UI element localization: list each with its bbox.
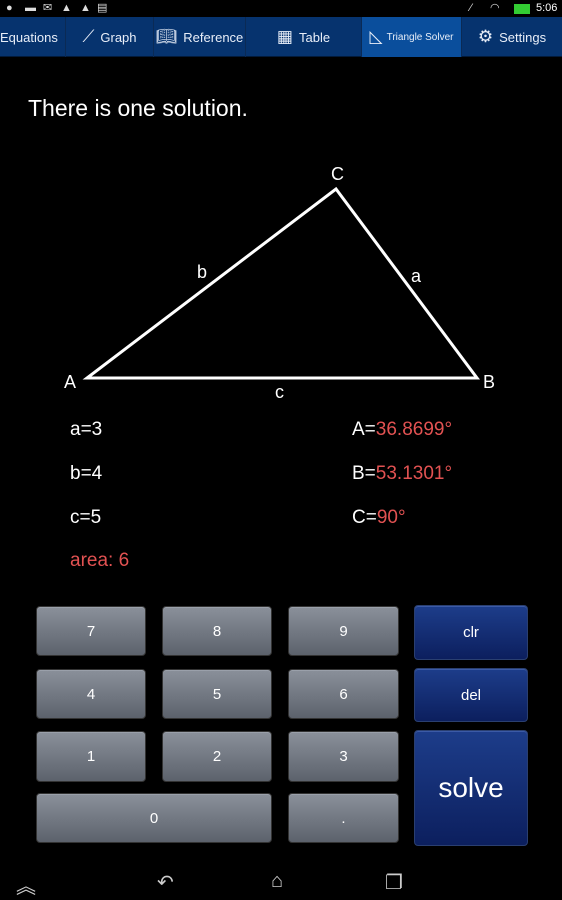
key-4[interactable]: 4 [36,669,146,719]
vertex-c-label: C [331,164,344,184]
side-c-result: c=5 [70,507,102,528]
angle-a-result: A=36.8699° [352,419,453,440]
key-9[interactable]: 9 [288,606,399,656]
clear-button[interactable]: clr [414,605,528,660]
home-icon[interactable]: ⌂ [271,870,283,893]
side-b-label: b [197,262,208,282]
delete-button[interactable]: del [414,668,528,722]
key-5[interactable]: 5 [162,669,272,719]
vertex-a-label: A [64,372,77,392]
key-1[interactable]: 1 [36,731,146,782]
angle-b-result: B=53.1301° [352,463,453,484]
key-0[interactable]: 0 [36,793,272,843]
side-a-result: a=3 [70,419,103,440]
area-result: area: 6 [70,550,130,571]
key-6[interactable]: 6 [288,669,399,719]
side-a-label: a [411,266,422,286]
key-decimal[interactable]: . [288,793,399,843]
back-icon[interactable]: ↶ [157,870,174,895]
vertex-b-label: B [483,372,496,392]
menu-up-icon[interactable]: ︽ [16,870,36,899]
key-7[interactable]: 7 [36,606,146,656]
angle-c-result: C=90° [352,507,406,528]
solve-button[interactable]: solve [414,730,528,846]
key-8[interactable]: 8 [162,606,272,656]
side-c-label: c [275,382,284,402]
key-3[interactable]: 3 [288,731,399,782]
side-b-result: b=4 [70,463,103,484]
key-2[interactable]: 2 [162,731,272,782]
triangle-diagram [82,186,480,380]
recent-apps-icon[interactable]: ❐ [385,870,403,895]
